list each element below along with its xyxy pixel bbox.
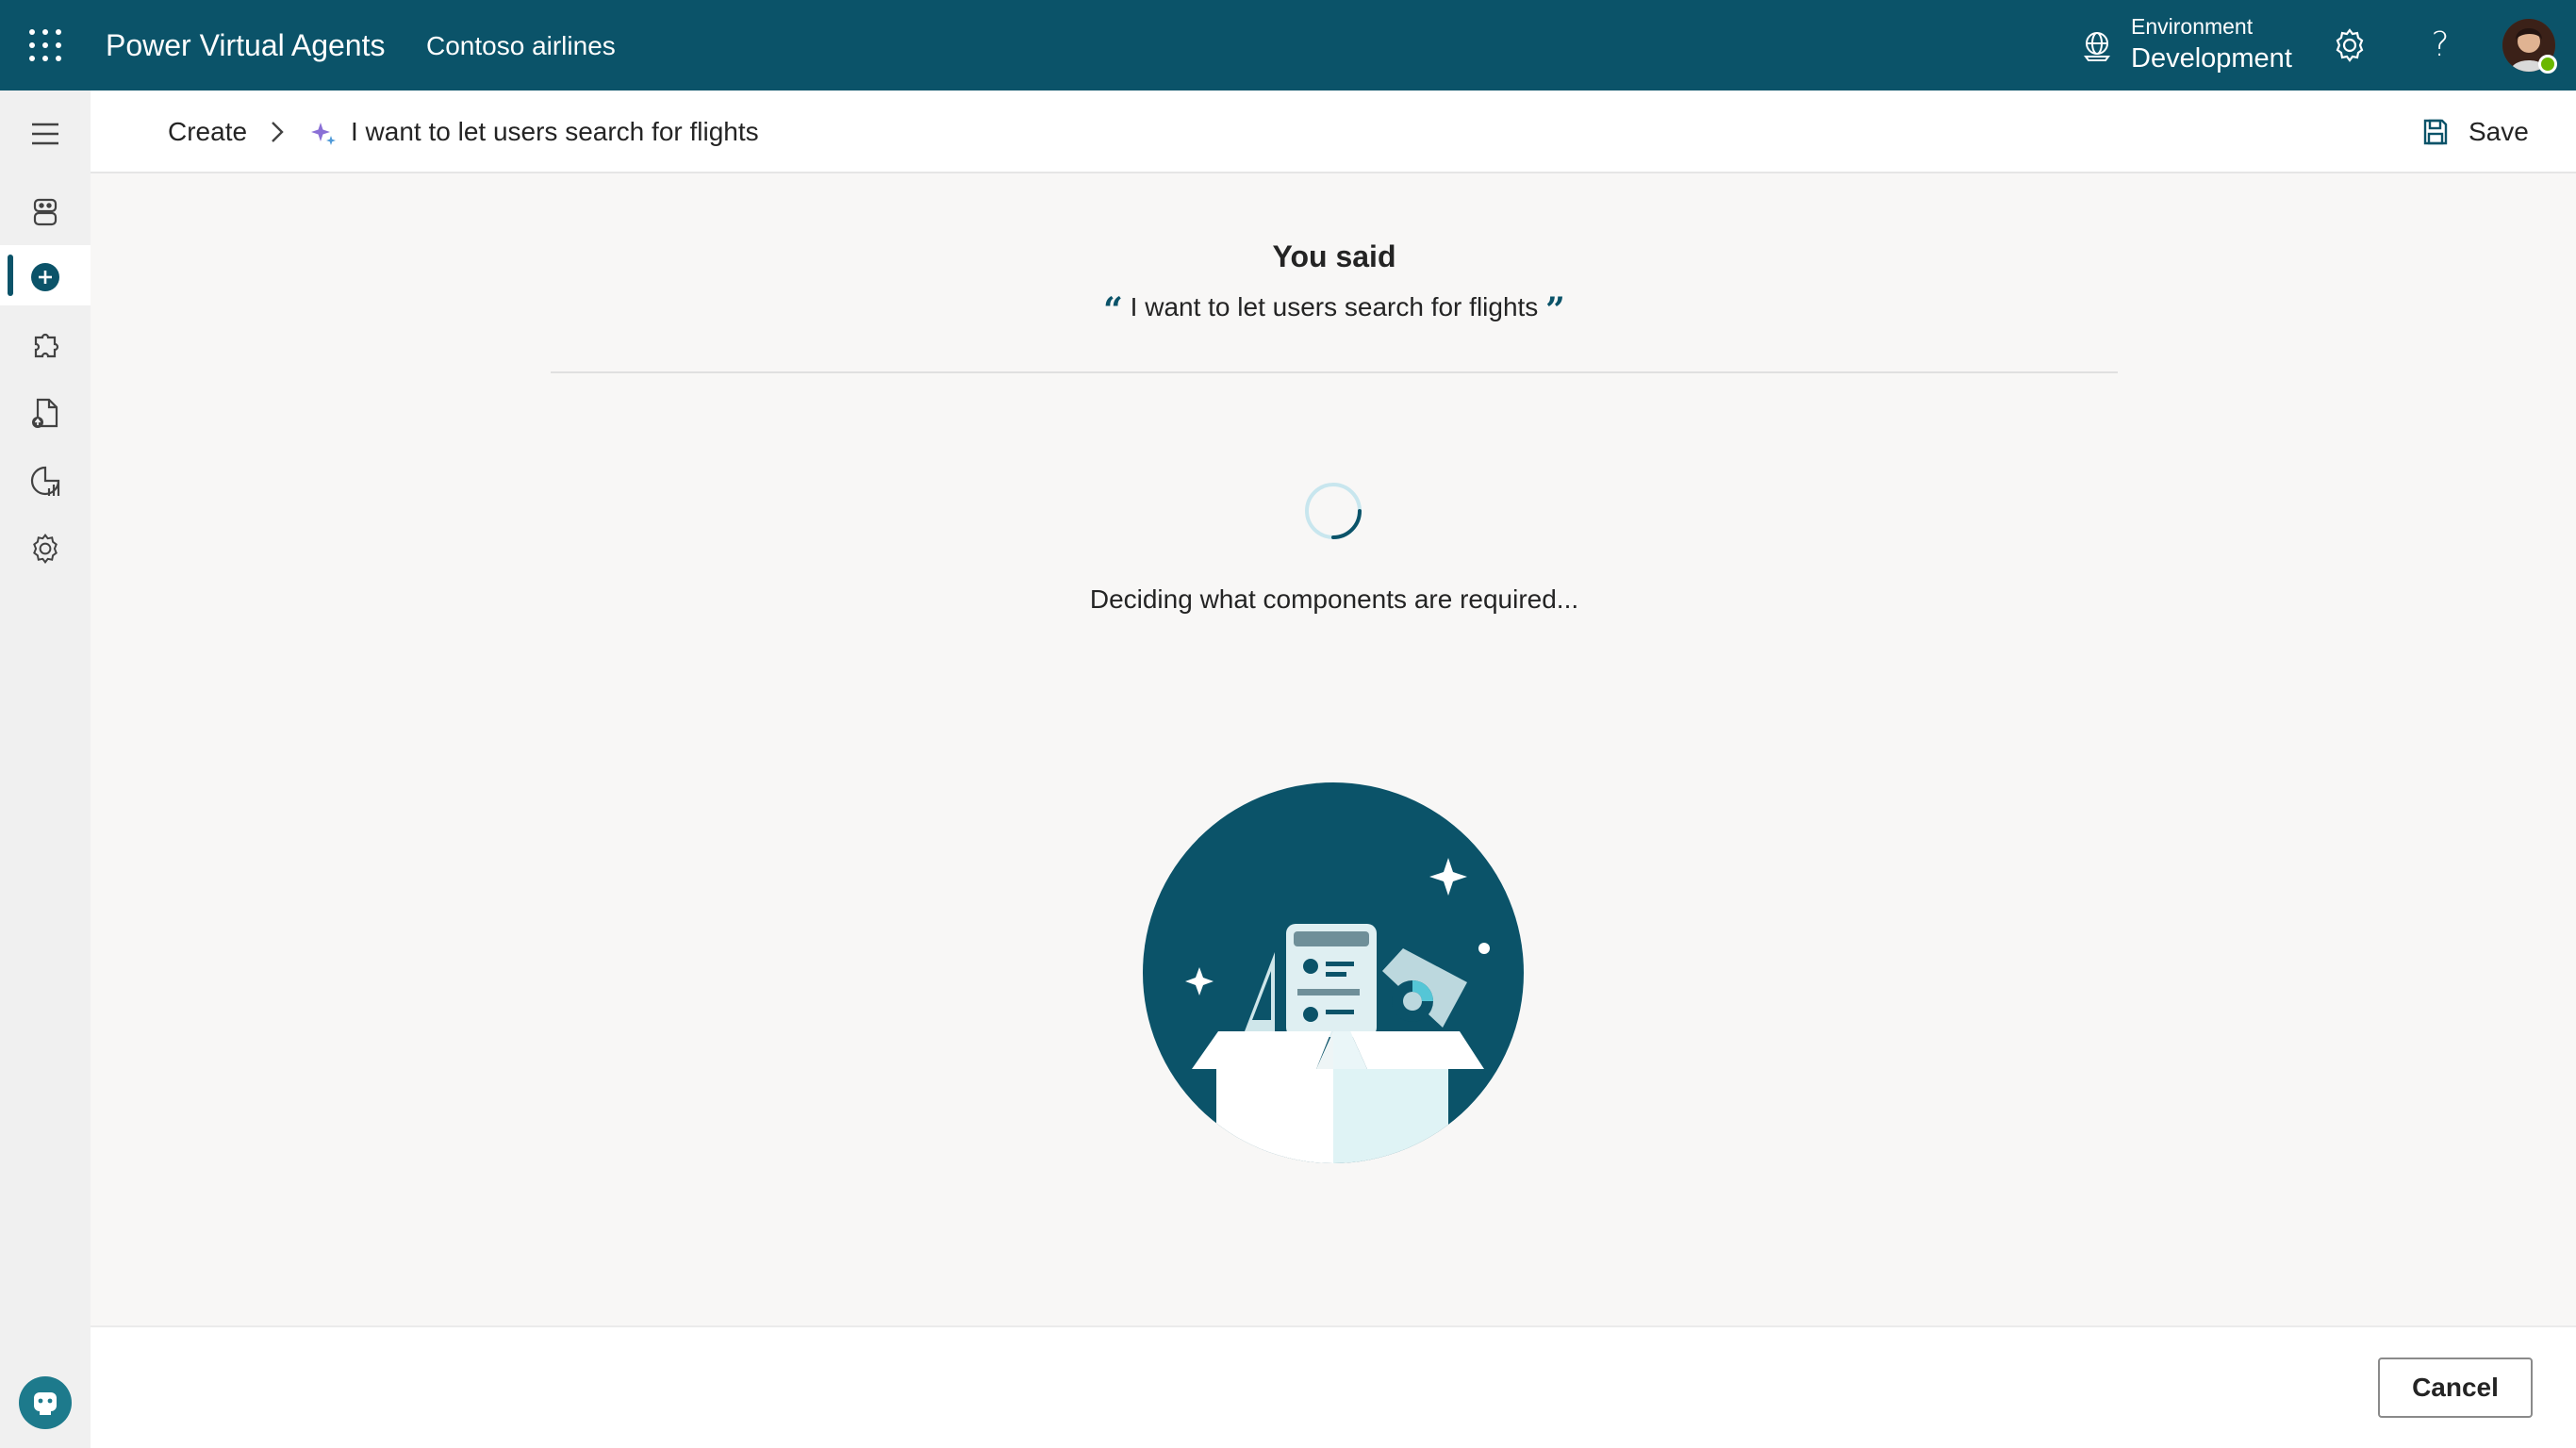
loading-spinner-icon [1305,483,1362,539]
open-quote-icon: “ [1103,290,1123,330]
you-said-heading: You said [1272,239,1396,273]
breadcrumb-create-link[interactable]: Create [168,113,247,151]
status-message: Deciding what components are required... [1089,584,1579,614]
footer-bar [91,1325,2576,1448]
puzzle-icon [34,333,59,358]
add-circle-icon [31,263,59,291]
org-name: Contoso airlines [426,31,616,60]
sidebar-item-topics[interactable] [0,313,91,373]
settings-gear-icon[interactable] [2331,26,2369,64]
analytics-icon [30,466,60,496]
sidebar-item-settings[interactable] [0,517,91,577]
bot-icon [33,198,58,226]
cancel-button[interactable]: Cancel [2378,1358,2533,1418]
app-launcher-icon[interactable] [26,26,64,64]
environment-label[interactable]: Environment [2131,13,2253,40]
save-label: Save [2469,117,2529,146]
copilot-sparkle-icon [311,123,336,145]
document-icon [32,398,58,428]
presence-status-icon [2538,55,2557,74]
save-icon [2423,119,2448,145]
app-title[interactable]: Power Virtual Agents [106,26,385,64]
chatbot-glyph [34,1392,57,1415]
sidebar-item-publish[interactable] [0,381,91,441]
top-bar: Power Virtual Agents Contoso airlines En… [0,0,2576,90]
section-divider [551,371,2118,373]
gear-icon [33,533,58,565]
chatbot-icon[interactable] [19,1376,72,1429]
menu-icon [32,123,58,145]
sidebar-item-analytics[interactable] [0,449,91,509]
environment-icon[interactable] [2080,28,2114,62]
sidebar-item-create[interactable] [0,245,91,305]
close-quote-icon: ” [1545,290,1565,330]
breadcrumb-current: I want to let users search for flights [351,117,759,146]
components-box-illustration [1143,782,1524,1163]
save-button[interactable]: Save [2414,109,2536,155]
environment-value[interactable]: Development [2131,41,2292,75]
user-utterance: “ I want to let users search for flights… [849,288,1820,329]
help-icon[interactable]: ? [2423,19,2457,72]
left-navigation-rail [0,90,91,1448]
chevron-right-icon [272,122,284,142]
utterance-text: I want to let users search for flights [1130,292,1539,321]
sidebar-item-menu[interactable] [0,102,91,162]
sidebar-item-chatbots[interactable] [0,179,91,239]
